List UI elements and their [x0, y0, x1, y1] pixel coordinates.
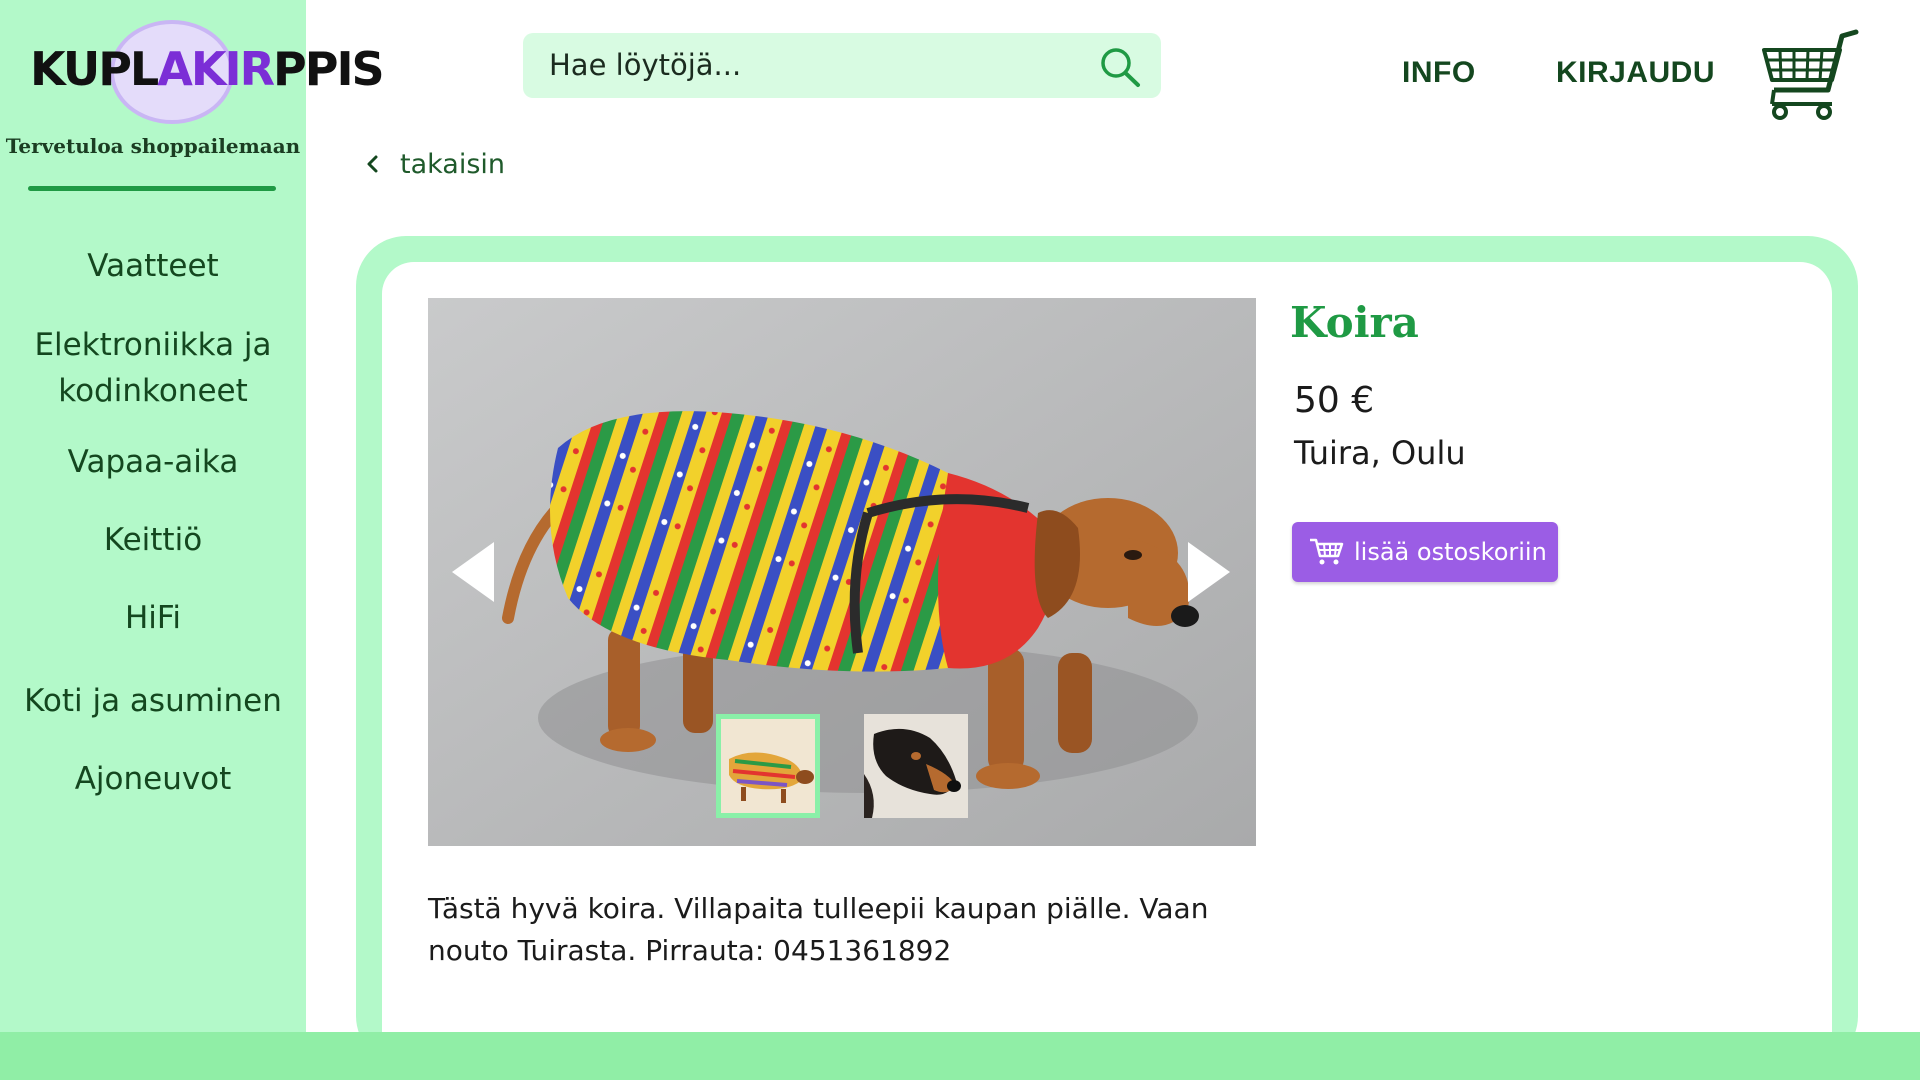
product-title: Koira — [1290, 298, 1419, 347]
category-koti-ja-asuminen[interactable]: Koti ja asuminen — [10, 678, 296, 724]
product-description: Tästä hyvä koira. Villapaita tulleepii k… — [428, 892, 1209, 967]
thumbnail-2-image — [864, 714, 968, 818]
shopping-cart-icon[interactable] — [1760, 28, 1862, 122]
footer-bar — [0, 1032, 1920, 1080]
nav-info[interactable]: INFO — [1402, 56, 1476, 90]
arrow-right-icon[interactable] — [1186, 540, 1232, 604]
chevron-left-icon — [367, 155, 378, 173]
thumbnail-1[interactable] — [716, 714, 820, 818]
product-card: Koira 50 € Tuira, Oulu lisää ostoskoriin… — [382, 262, 1832, 1080]
category-keittio[interactable]: Keittiö — [10, 517, 296, 563]
category-hifi[interactable]: HiFi — [10, 595, 296, 641]
back-link-label: takaisin — [400, 148, 506, 180]
thumbnail-2[interactable] — [864, 714, 968, 818]
logo-text: KUPLAKIRPPIS — [30, 42, 385, 96]
tagline: Tervetuloa shoppailemaan — [5, 134, 301, 158]
image-gallery — [428, 298, 1256, 846]
page: KUPLAKIRPPIS Tervetuloa shoppailemaan Va… — [0, 0, 1920, 1080]
shopping-cart-icon — [1310, 538, 1344, 565]
category-vaatteet[interactable]: Vaatteet — [10, 243, 296, 289]
search-icon[interactable] — [1098, 46, 1142, 88]
product-price: 50 € — [1294, 380, 1375, 421]
search-bar — [523, 33, 1161, 98]
add-to-cart-button[interactable]: lisää ostoskoriin — [1292, 522, 1558, 582]
category-ajoneuvot[interactable]: Ajoneuvot — [10, 756, 296, 802]
search-input[interactable] — [549, 43, 1069, 87]
arrow-left-icon[interactable] — [450, 540, 496, 604]
sidebar: KUPLAKIRPPIS Tervetuloa shoppailemaan Va… — [0, 0, 385, 1032]
category-vapaa-aika[interactable]: Vapaa-aika — [10, 439, 296, 485]
nav-kirjaudu[interactable]: KIRJAUDU — [1556, 56, 1715, 90]
thumbnail-1-image — [721, 719, 815, 813]
product-location: Tuira, Oulu — [1294, 434, 1466, 472]
product-photo — [428, 298, 1256, 846]
add-to-cart-label: lisää ostoskoriin — [1354, 538, 1547, 566]
logo[interactable]: KUPLAKIRPPIS — [30, 16, 385, 126]
back-link[interactable]: takaisin — [362, 146, 505, 182]
sidebar-divider — [28, 186, 276, 191]
product-card-frame: Koira 50 € Tuira, Oulu lisää ostoskoriin… — [356, 236, 1858, 1080]
category-elektroniikka[interactable]: Elektroniikka ja kodinkoneet — [10, 322, 296, 414]
